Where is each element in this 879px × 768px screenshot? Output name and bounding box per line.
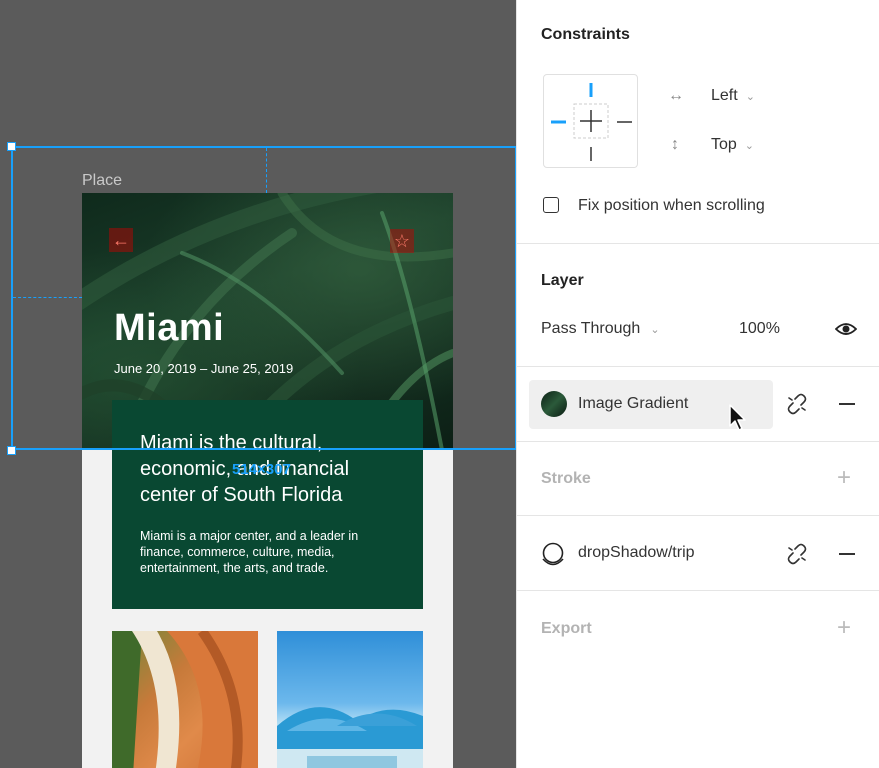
design-canvas[interactable]: Place ← ☆ Miami June 20, 2019 – June 25,… (0, 0, 516, 768)
photo-thumbnail-beach[interactable] (277, 631, 423, 768)
divider (517, 243, 879, 244)
remove-fill-icon[interactable] (839, 403, 855, 405)
effect-style-label[interactable]: dropShadow/trip (578, 544, 695, 562)
constraint-diagram-icon (551, 83, 632, 161)
photo-thumbnail-architecture[interactable] (112, 631, 258, 768)
detach-style-icon[interactable] (785, 392, 809, 416)
horizontal-constraint-dropdown[interactable]: Left ⌄ (711, 87, 755, 105)
resize-handle-bottom-left[interactable] (7, 446, 16, 455)
vertical-constraint-value: Top (711, 136, 737, 153)
blend-mode-value: Pass Through (541, 320, 641, 337)
fill-style-swatch (541, 391, 567, 417)
divider (517, 366, 879, 367)
horizontal-constraint-value: Left (711, 87, 738, 104)
layer-title: Layer (541, 272, 584, 289)
chevron-down-icon: ⌄ (744, 140, 755, 152)
dimension-label: 514×307 (232, 461, 291, 478)
remove-effect-icon[interactable] (839, 553, 855, 555)
constraint-widget[interactable] (543, 74, 638, 168)
fix-position-checkbox[interactable] (543, 197, 559, 213)
architecture-image (112, 631, 258, 768)
vertical-constraint-dropdown[interactable]: Top ⌄ (711, 136, 754, 154)
fix-position-label[interactable]: Fix position when scrolling (578, 197, 765, 215)
drop-shadow-icon (541, 542, 565, 573)
detach-style-icon[interactable] (785, 542, 809, 566)
card-body: Miami is a major center, and a leader in… (140, 529, 359, 575)
export-title: Export (541, 620, 592, 637)
opacity-input[interactable]: 100% (739, 320, 780, 338)
vertical-arrows-icon: ↕ (671, 136, 679, 153)
divider (517, 441, 879, 442)
mouse-cursor-icon (729, 404, 746, 431)
horizontal-arrows-icon: ↔ (668, 87, 684, 104)
add-stroke-icon[interactable]: + (837, 464, 851, 492)
divider (517, 590, 879, 591)
divider (517, 515, 879, 516)
resize-handle-top-left[interactable] (7, 142, 16, 151)
add-export-icon[interactable]: + (837, 614, 851, 642)
chevron-down-icon: ⌄ (650, 324, 660, 336)
stroke-title: Stroke (541, 470, 591, 487)
eye-icon[interactable] (834, 319, 858, 344)
fill-style-label: Image Gradient (578, 395, 689, 412)
selection-box[interactable] (11, 146, 516, 450)
chevron-down-icon: ⌄ (745, 91, 755, 103)
constraints-title: Constraints (541, 26, 630, 43)
beach-umbrellas-image (277, 707, 423, 768)
properties-panel: Constraints ↔ Left ⌄ ↕ Top ⌄ Fix position … (516, 0, 879, 768)
blend-mode-dropdown[interactable]: Pass Through ⌄ (541, 320, 660, 338)
